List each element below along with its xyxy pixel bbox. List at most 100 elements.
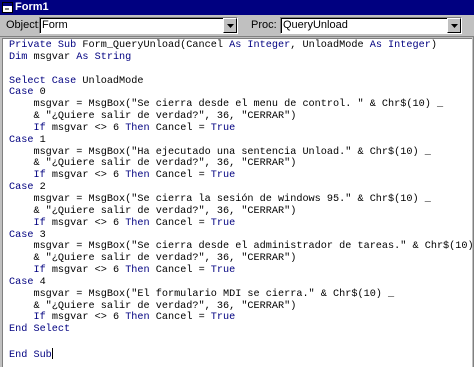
object-dropdown-button[interactable]: [223, 18, 237, 33]
code-keyword: True: [210, 122, 236, 134]
code-token: msgvar <> 6: [45, 122, 126, 134]
code-keyword: If: [33, 312, 46, 324]
code-token: & "¿Quiere salir de verdad?", 36, "CERRA…: [9, 158, 297, 170]
code-editor[interactable]: Private Sub Form_QueryUnload(Cancel As I…: [2, 38, 472, 367]
code-token: msgvar = MsgBox("El formulario MDI se ci…: [9, 288, 395, 300]
code-line[interactable]: If msgvar <> 6 Then Cancel = True: [9, 123, 472, 135]
code-token: msgvar: [27, 51, 77, 63]
code-keyword: Case: [9, 276, 34, 288]
code-line[interactable]: msgvar = MsgBox("Se cierra desde el menu…: [9, 99, 472, 111]
code-keyword: Then: [125, 265, 150, 277]
code-token: msgvar <> 6: [45, 217, 126, 229]
code-keyword: True: [210, 265, 236, 277]
code-line[interactable]: Dim msgvar As String: [9, 52, 472, 64]
code-keyword: True: [210, 312, 236, 324]
code-token: 1: [33, 134, 46, 146]
form-window-icon[interactable]: [2, 2, 13, 13]
code-token: Form_QueryUnload(Cancel: [76, 40, 230, 51]
code-keyword: End Sub: [9, 349, 52, 361]
code-token: msgvar <> 6: [45, 265, 126, 277]
chevron-down-icon: [451, 24, 458, 28]
code-line[interactable]: Private Sub Form_QueryUnload(Cancel As I…: [9, 40, 472, 52]
code-token: & "¿Quiere salir de verdad?", 36, "CERRA…: [9, 205, 297, 217]
code-token: Cancel =: [149, 170, 211, 182]
code-token: 3: [33, 229, 46, 241]
code-line[interactable]: If msgvar <> 6 Then Cancel = True: [9, 312, 472, 324]
code-keyword: As Integer: [229, 40, 291, 51]
code-keyword: Dim: [9, 51, 28, 63]
code-keyword: Then: [125, 122, 150, 134]
code-token: 4: [33, 276, 46, 288]
code-keyword: If: [33, 170, 46, 182]
code-keyword: As Integer: [369, 40, 431, 51]
object-dropdown[interactable]: Form: [39, 17, 238, 34]
code-line[interactable]: If msgvar <> 6 Then Cancel = True: [9, 265, 472, 277]
code-token: 2: [33, 182, 46, 194]
proc-label: Proc:: [251, 19, 277, 31]
code-token: , UnloadMode: [290, 40, 370, 51]
code-line[interactable]: & "¿Quiere salir de verdad?", 36, "CERRA…: [9, 111, 472, 123]
code-keyword: Case: [9, 134, 34, 146]
code-line[interactable]: End Select: [9, 324, 472, 336]
code-token: & "¿Quiere salir de verdad?", 36, "CERRA…: [9, 300, 297, 312]
object-label: Object:: [6, 19, 41, 31]
proc-dropdown-button[interactable]: [447, 18, 461, 33]
code-line[interactable]: Select Case UnloadMode: [9, 76, 472, 88]
code-token: ): [430, 40, 437, 51]
code-line[interactable]: & "¿Quiere salir de verdad?", 36, "CERRA…: [9, 253, 472, 265]
code-line[interactable]: msgvar = MsgBox("Ha ejecutado una senten…: [9, 147, 472, 159]
code-line[interactable]: & "¿Quiere salir de verdad?", 36, "CERRA…: [9, 206, 472, 218]
code-keyword: End Select: [9, 324, 71, 336]
code-keyword: Private Sub: [9, 40, 77, 51]
code-text[interactable]: Private Sub Form_QueryUnload(Cancel As I…: [9, 40, 472, 361]
code-keyword: Select Case: [9, 75, 77, 87]
code-token: Cancel =: [149, 312, 211, 324]
code-keyword: If: [33, 217, 46, 229]
code-line[interactable]: If msgvar <> 6 Then Cancel = True: [9, 170, 472, 182]
code-keyword: Then: [125, 312, 150, 324]
proc-dropdown[interactable]: QueryUnload: [280, 17, 462, 34]
chevron-down-icon: [227, 24, 234, 28]
code-token: msgvar = MsgBox("Se cierra desde el admi…: [9, 241, 472, 253]
code-token: msgvar = MsgBox("Se cierra desde el menu…: [9, 99, 444, 111]
code-line[interactable]: msgvar = MsgBox("Se cierra desde el admi…: [9, 241, 472, 253]
code-token: msgvar <> 6: [45, 170, 126, 182]
code-keyword: True: [210, 170, 236, 182]
code-line[interactable]: Case 2: [9, 182, 472, 194]
code-keyword: If: [33, 122, 46, 134]
code-line[interactable]: Case 0: [9, 87, 472, 99]
code-line[interactable]: & "¿Quiere salir de verdad?", 36, "CERRA…: [9, 301, 472, 313]
code-line[interactable]: msgvar = MsgBox("Se cierra la sesión de …: [9, 194, 472, 206]
code-token: & "¿Quiere salir de verdad?", 36, "CERRA…: [9, 253, 297, 265]
code-token: Cancel =: [149, 122, 211, 134]
code-keyword: Case: [9, 182, 34, 194]
code-line[interactable]: Case 1: [9, 135, 472, 147]
procedure-toolbar: Object: Form Proc: QueryUnload: [0, 15, 474, 37]
code-line[interactable]: If msgvar <> 6 Then Cancel = True: [9, 218, 472, 230]
code-token: Cancel =: [149, 265, 211, 277]
code-token: msgvar <> 6: [45, 312, 126, 324]
code-line[interactable]: [9, 336, 472, 348]
code-token: msgvar = MsgBox("Se cierra la sesión de …: [9, 193, 431, 205]
code-keyword: True: [210, 217, 236, 229]
code-token: & "¿Quiere salir de verdad?", 36, "CERRA…: [9, 111, 297, 123]
code-line[interactable]: Case 4: [9, 277, 472, 289]
code-line[interactable]: End Sub: [9, 347, 472, 361]
code-token: 0: [33, 87, 46, 99]
code-line[interactable]: & "¿Quiere salir de verdad?", 36, "CERRA…: [9, 158, 472, 170]
code-keyword: Then: [125, 170, 150, 182]
code-line[interactable]: Case 3: [9, 230, 472, 242]
code-line[interactable]: [9, 64, 472, 76]
code-line[interactable]: msgvar = MsgBox("El formulario MDI se ci…: [9, 289, 472, 301]
code-keyword: Case: [9, 229, 34, 241]
code-token: Cancel =: [149, 217, 211, 229]
code-window: Form1 Object: Form Proc: QueryUnload Pri…: [0, 0, 474, 367]
object-dropdown-value: Form: [42, 19, 68, 31]
title-bar[interactable]: Form1: [0, 0, 474, 15]
code-keyword: Then: [125, 217, 150, 229]
